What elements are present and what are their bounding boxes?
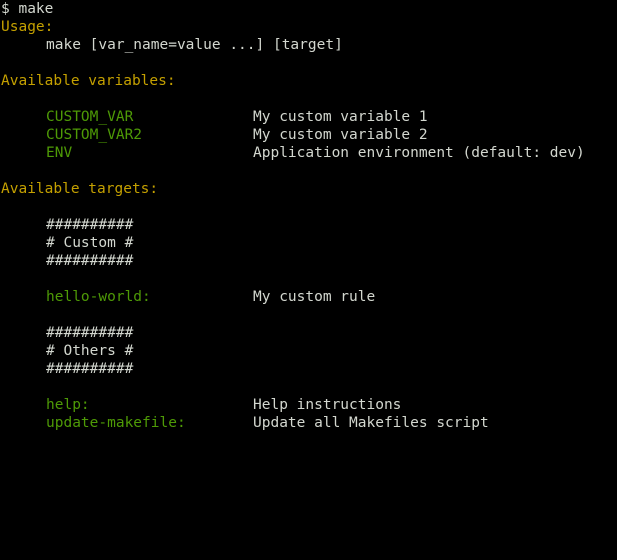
usage-command: make [var_name=value ...] [target] (46, 37, 343, 53)
banner-border: ########## (46, 361, 134, 377)
banner-border: ########## (46, 253, 134, 269)
variables-heading: Available variables: (1, 73, 176, 89)
variable-description: Application environment (default: dev) (253, 145, 585, 161)
targets-heading: Available targets: (1, 181, 159, 197)
banner-title: # Custom # (46, 235, 134, 251)
target-description: Update all Makefiles script (253, 415, 489, 431)
banner-title: # Others # (46, 343, 134, 359)
target-name: help: (46, 397, 90, 413)
variable-description: My custom variable 2 (253, 127, 428, 143)
usage-heading: Usage: (1, 19, 54, 35)
target-description: Help instructions (253, 397, 402, 413)
banner-border: ########## (46, 217, 134, 233)
terminal-window[interactable]: $ make Usage: make [var_name=value ...] … (0, 0, 617, 448)
command-prompt: $ make (1, 1, 54, 17)
target-name: hello-world: (46, 289, 151, 305)
target-name: update-makefile: (46, 415, 186, 431)
target-description: My custom rule (253, 289, 376, 305)
variable-name: ENV (46, 145, 73, 161)
variable-name: CUSTOM_VAR2 (46, 127, 143, 143)
banner-border: ########## (46, 325, 134, 341)
variable-name: CUSTOM_VAR (46, 109, 134, 125)
variable-description: My custom variable 1 (253, 109, 428, 125)
